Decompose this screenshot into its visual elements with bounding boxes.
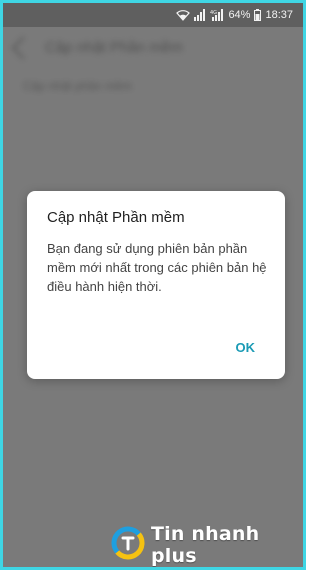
battery-icon xyxy=(254,9,262,21)
back-arrow-icon xyxy=(11,36,35,59)
dialog-title: Cập nhật Phần mềm xyxy=(47,209,185,226)
status-icons: 4G 64% 18:37 xyxy=(176,8,293,22)
brand-logo-icon xyxy=(111,526,145,565)
dialog-message: Bạn đang sử dụng phiên bản phần mềm mới … xyxy=(47,241,267,294)
update-dialog: Cập nhật Phần mềm Bạn đang sử dụng phiên… xyxy=(27,191,285,379)
signal-icon xyxy=(194,9,206,21)
screen-frame: 4G 64% 18:37 Cập nhật Phần mềm Cập nhật … xyxy=(0,0,306,570)
brand-name: Tin nhanh plus xyxy=(151,523,260,567)
ok-button[interactable]: OK xyxy=(232,338,260,357)
background-title: Cập nhật Phần mềm xyxy=(45,39,183,56)
watermark: Tin nhanh plus xyxy=(111,523,303,567)
clock: 18:37 xyxy=(265,9,293,21)
background-header: Cập nhật Phần mềm xyxy=(11,36,183,59)
wifi-icon xyxy=(176,9,191,21)
status-bar: 4G 64% 18:37 xyxy=(3,3,303,27)
battery-percent: 64% xyxy=(228,9,251,21)
background-subtitle: Cập nhật phần mềm xyxy=(23,79,132,93)
signal-4g-icon: 4G xyxy=(210,9,224,21)
